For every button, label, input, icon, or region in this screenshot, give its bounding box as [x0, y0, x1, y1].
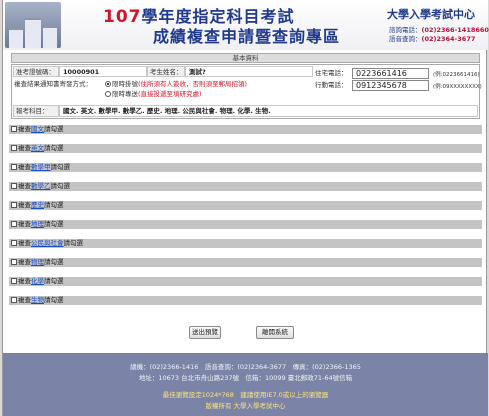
- subject-prefix: 複查: [18, 220, 31, 228]
- subject-row[interactable]: 複查歷史請勾選: [9, 201, 482, 210]
- page-title-line2: 成績複查申請暨查詢專區: [153, 27, 341, 46]
- registered-radio-icon[interactable]: [105, 81, 111, 87]
- subject-suffix: 請勾選: [44, 258, 64, 266]
- checkbox-icon[interactable]: [11, 297, 17, 303]
- checkbox-icon[interactable]: [11, 240, 17, 246]
- subject-row[interactable]: 複查數學甲請勾選: [9, 163, 482, 172]
- voice-phone: 語音查詢：(02)2364-3677: [389, 33, 475, 43]
- page-frame: 107學年度指定科目考試 成績複查申請暨查詢專區 大學入學考試中心 諮詢電話：(…: [2, 0, 489, 416]
- home-phone-input[interactable]: 0223661416: [352, 68, 429, 79]
- subjects-list: 國文. 英文. 數學甲. 數學乙. 歷史. 地理. 公民與社會. 物理. 化學.…: [59, 105, 478, 117]
- basic-info-heading: 基本資料: [11, 53, 480, 63]
- voice-phone-label: 語音查詢：: [389, 35, 422, 43]
- subject-prefix: 複查: [18, 296, 31, 304]
- checkbox-icon[interactable]: [11, 221, 17, 227]
- name-label: 考生姓名：: [147, 66, 185, 77]
- subject-suffix: 請勾選: [44, 201, 64, 209]
- footer-copyright: 版權所有 大學入學考試中心: [205, 402, 286, 410]
- option1-label: 限時掛號: [112, 80, 138, 88]
- express-radio-icon[interactable]: [105, 91, 111, 97]
- footer-browser-note: 最佳瀏覽設定1024*768 建議使用IE7.0或以上的瀏覽器: [162, 391, 329, 399]
- subject-row[interactable]: 複查地理請勾選: [9, 220, 482, 229]
- checkbox-icon[interactable]: [11, 126, 17, 132]
- subject-suffix: 請勾選: [44, 296, 64, 304]
- checkbox-icon[interactable]: [11, 259, 17, 265]
- subject-name: 英文: [31, 144, 44, 152]
- exam-no-label: 准考證號碼：: [13, 66, 59, 77]
- subject-row[interactable]: 複查國文請勾選: [9, 125, 482, 134]
- option-express[interactable]: 限時專送(直接投遞至填研究處): [105, 89, 202, 100]
- notify-method: 複查結果通知書寄發方式： 限時掛號(住所須有人簽收，否則須至郵局招領) 限時專送…: [13, 77, 313, 101]
- subject-name: 公民與社會: [31, 239, 64, 247]
- subject-prefix: 複查: [18, 163, 31, 171]
- building-logo-icon: [5, 2, 61, 48]
- subject-suffix: 請勾選: [50, 182, 71, 190]
- subject-name: 國文: [31, 125, 44, 133]
- exit-system-button[interactable]: 離開系統: [256, 326, 294, 339]
- checkbox-icon[interactable]: [11, 145, 17, 151]
- subject-prefix: 複查: [18, 125, 31, 133]
- subject-suffix: 請勾選: [44, 277, 64, 285]
- home-phone-hint: (例:0223661416): [433, 72, 480, 78]
- footer-contact: 總機：(02)2366-1416 語音查詢：(02)2364-3677 傳真：(…: [130, 363, 361, 371]
- org-name: 大學入學考試中心: [387, 8, 475, 21]
- page-footer: 總機：(02)2366-1416 語音查詢：(02)2364-3677 傳真：(…: [3, 353, 488, 416]
- subject-row[interactable]: 複查英文請勾選: [9, 144, 482, 153]
- option2-note: (直接投遞至填研究處): [138, 90, 202, 98]
- mobile-label: 行動電話：: [315, 81, 348, 89]
- subject-name: 生物: [31, 296, 44, 304]
- subject-suffix: 請勾選: [63, 239, 84, 247]
- subject-row[interactable]: 複查物理請勾選: [9, 258, 482, 267]
- subject-name: 地理: [31, 220, 44, 228]
- basic-info-table: 准考證號碼： 10000901 考生姓名： 測試? 住宅電話： 行動電話： 02…: [11, 64, 482, 119]
- mobile-input[interactable]: 0912345678: [352, 80, 429, 91]
- name-value: 測試?: [185, 66, 313, 77]
- phone-labels: 住宅電話： 行動電話：: [315, 66, 351, 90]
- subject-name: 歷史: [31, 201, 44, 209]
- subject-name: 物理: [31, 258, 44, 266]
- subjects-label: 報考科目：: [13, 105, 59, 117]
- home-phone-label: 住宅電話：: [315, 69, 348, 77]
- checkbox-icon[interactable]: [11, 164, 17, 170]
- subject-prefix: 複查: [18, 258, 31, 266]
- subject-suffix: 請勾選: [44, 144, 64, 152]
- subject-row[interactable]: 複查化學請勾選: [9, 277, 482, 286]
- notify-label: 複查結果通知書寄發方式：: [14, 80, 92, 88]
- subject-prefix: 複查: [18, 239, 31, 247]
- subject-row[interactable]: 複查生物請勾選: [9, 296, 482, 305]
- subject-row[interactable]: 複查公民與社會請勾選: [9, 239, 482, 248]
- subject-prefix: 複查: [18, 201, 31, 209]
- checkbox-icon[interactable]: [11, 278, 17, 284]
- subject-prefix: 複查: [18, 182, 31, 190]
- subject-suffix: 請勾選: [44, 125, 64, 133]
- submit-preview-button[interactable]: 送出預覽: [189, 326, 221, 339]
- exam-no-value: 10000901: [59, 66, 147, 77]
- subject-name: 數學甲: [31, 163, 51, 171]
- subject-prefix: 複查: [18, 277, 31, 285]
- checkbox-icon[interactable]: [11, 202, 17, 208]
- subject-prefix: 複查: [18, 144, 31, 152]
- voice-phone-value: (02)2364-3677: [421, 35, 476, 43]
- exam-year: 107: [103, 7, 142, 27]
- option2-label: 限時專送: [112, 90, 138, 98]
- subject-name: 數學乙: [31, 182, 51, 190]
- checkbox-icon[interactable]: [11, 183, 17, 189]
- subject-name: 化學: [31, 277, 44, 285]
- option1-note: (住所須有人簽收，否則須至郵局招領): [138, 80, 248, 88]
- footer-address: 地址：10673 台北市舟山路237號 信箱：10099 臺北郵政71-64號信…: [138, 374, 353, 382]
- subject-suffix: 請勾選: [50, 163, 71, 171]
- mobile-hint: (例:09XXXXXXXX): [433, 84, 482, 90]
- page-header: 107學年度指定科目考試 成績複查申請暨查詢專區 大學入學考試中心 諮詢電話：(…: [3, 0, 489, 50]
- subject-suffix: 請勾選: [44, 220, 64, 228]
- subject-row[interactable]: 複查數學乙請勾選: [9, 182, 482, 191]
